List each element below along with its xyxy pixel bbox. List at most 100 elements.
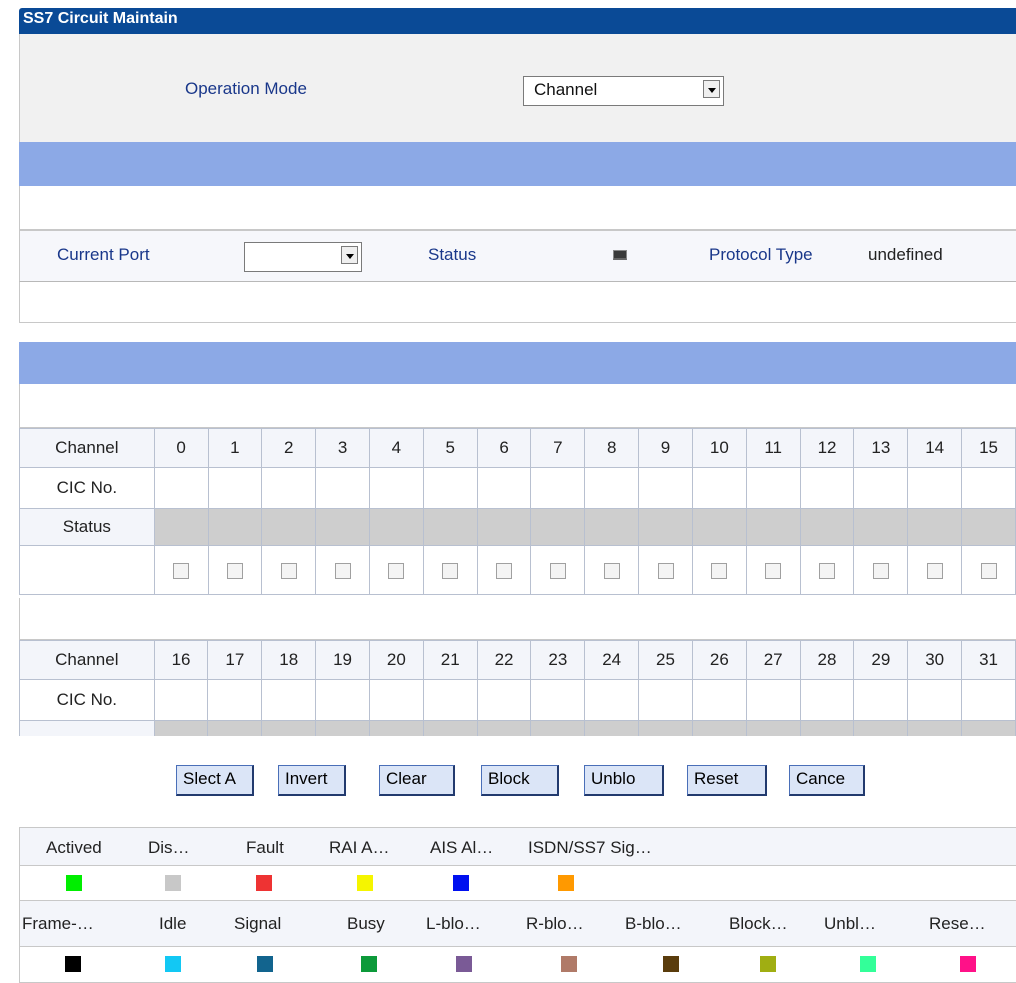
channel-checkbox[interactable] <box>765 562 782 579</box>
channel-number: 16 <box>153 640 209 680</box>
chevron-down-icon[interactable] <box>703 80 720 98</box>
channel-checkbox[interactable] <box>226 562 243 579</box>
legend-label: Fault <box>246 838 284 857</box>
channel-number: 17 <box>207 640 263 680</box>
legend-label: B-blo… <box>625 914 682 933</box>
channel-checkbox[interactable] <box>388 562 405 579</box>
status-cell <box>207 508 263 546</box>
channel-number: 5 <box>422 428 478 468</box>
cic-row: CIC No. <box>19 679 1016 721</box>
section-band <box>19 342 1016 384</box>
channel-checkbox[interactable] <box>872 562 889 579</box>
channel-checkbox[interactable] <box>442 562 459 579</box>
legend-label: Dis… <box>148 838 190 857</box>
channel-checkbox[interactable] <box>280 562 297 579</box>
cic-cell <box>584 467 640 509</box>
channel-checkbox[interactable] <box>173 562 190 579</box>
spacer-row <box>19 384 1016 428</box>
channel-number: 1 <box>207 428 263 468</box>
select-all-button[interactable]: Slect A <box>176 765 254 796</box>
status-cell <box>584 720 640 736</box>
channel-number: 19 <box>315 640 370 680</box>
channel-checkbox[interactable] <box>711 562 728 579</box>
select-cell <box>584 545 640 595</box>
unblock-button[interactable]: Unblo <box>584 765 664 796</box>
channel-checkbox[interactable] <box>603 562 620 579</box>
cic-cell <box>207 467 263 509</box>
protocol-type-label: Protocol Type <box>709 245 813 264</box>
port-status-row: Current Port Status Protocol Type undefi… <box>19 230 1016 282</box>
channel-checkbox[interactable] <box>819 562 836 579</box>
row-label-cic: CIC No. <box>19 467 155 509</box>
cic-cell <box>638 679 693 721</box>
status-cell <box>207 720 263 736</box>
cic-cell <box>530 467 586 509</box>
channel-number: 22 <box>476 640 532 680</box>
cic-cell <box>207 679 263 721</box>
channel-checkbox[interactable] <box>926 562 943 579</box>
row-label-status: Status <box>19 508 155 546</box>
channel-checkbox[interactable] <box>980 562 997 579</box>
operation-mode-select[interactable]: Channel <box>523 76 724 106</box>
cic-cell <box>153 467 209 509</box>
legend-swatches-row-1 <box>20 866 1016 900</box>
status-row: Status <box>19 508 1016 546</box>
current-port-select[interactable] <box>244 242 362 272</box>
spacer-row <box>19 598 1016 640</box>
clear-button[interactable]: Clear <box>379 765 455 796</box>
cic-cell <box>422 467 478 509</box>
channel-number: 11 <box>745 428 801 468</box>
select-cell <box>530 545 586 595</box>
channel-checkbox[interactable] <box>334 562 351 579</box>
legend-swatch <box>760 956 776 972</box>
status-cell <box>853 720 909 736</box>
invert-button[interactable]: Invert <box>278 765 346 796</box>
status-cell <box>961 508 1016 546</box>
status-cell <box>799 720 855 736</box>
cic-cell <box>799 679 855 721</box>
status-cell <box>368 720 424 736</box>
status-cell <box>907 508 963 546</box>
channel-number: 6 <box>476 428 532 468</box>
select-cell <box>476 545 532 595</box>
legend-swatch <box>257 956 273 972</box>
status-cell <box>153 508 209 546</box>
cic-cell <box>745 467 801 509</box>
status-cell <box>315 720 370 736</box>
channel-checkbox[interactable] <box>496 562 513 579</box>
chevron-down-icon[interactable] <box>341 246 358 264</box>
legend-swatch <box>453 875 469 891</box>
channel-table-2: Channel 16 17 18 19 20 21 22 23 24 25 26… <box>19 640 1016 736</box>
status-indicator-icon <box>613 250 627 260</box>
channel-number: 4 <box>368 428 424 468</box>
legend-labels-row-1: Actived Dis… Fault RAI A… AIS Al… ISDN/S… <box>20 827 1016 866</box>
cic-cell <box>691 679 747 721</box>
legend-label: Rese… <box>929 914 986 933</box>
select-cell <box>207 545 263 595</box>
legend-swatch <box>860 956 876 972</box>
legend-swatches-row-2 <box>20 947 1016 983</box>
legend-label: R-blo… <box>526 914 584 933</box>
cic-cell <box>153 679 209 721</box>
block-button[interactable]: Block <box>481 765 559 796</box>
channel-row: Channel 0 1 2 3 4 5 6 7 8 9 10 11 12 13 … <box>19 428 1016 468</box>
channel-number: 7 <box>530 428 586 468</box>
channel-checkbox[interactable] <box>549 562 566 579</box>
select-cell <box>907 545 963 595</box>
legend-label: L-blo… <box>426 914 481 933</box>
channel-checkbox[interactable] <box>657 562 674 579</box>
select-row <box>19 545 1016 595</box>
status-cell <box>584 508 640 546</box>
channel-number: 23 <box>530 640 586 680</box>
channel-number: 3 <box>315 428 370 468</box>
channel-number: 27 <box>745 640 801 680</box>
status-cell <box>422 720 478 736</box>
reset-button[interactable]: Reset <box>687 765 767 796</box>
channel-number: 31 <box>961 640 1016 680</box>
legend-label: Signal <box>234 914 282 933</box>
cic-cell <box>422 679 478 721</box>
legend-label: Actived <box>46 838 102 857</box>
cancel-button[interactable]: Cance <box>789 765 865 796</box>
cic-cell <box>315 467 370 509</box>
status-legend: Actived Dis… Fault RAI A… AIS Al… ISDN/S… <box>19 827 1016 983</box>
